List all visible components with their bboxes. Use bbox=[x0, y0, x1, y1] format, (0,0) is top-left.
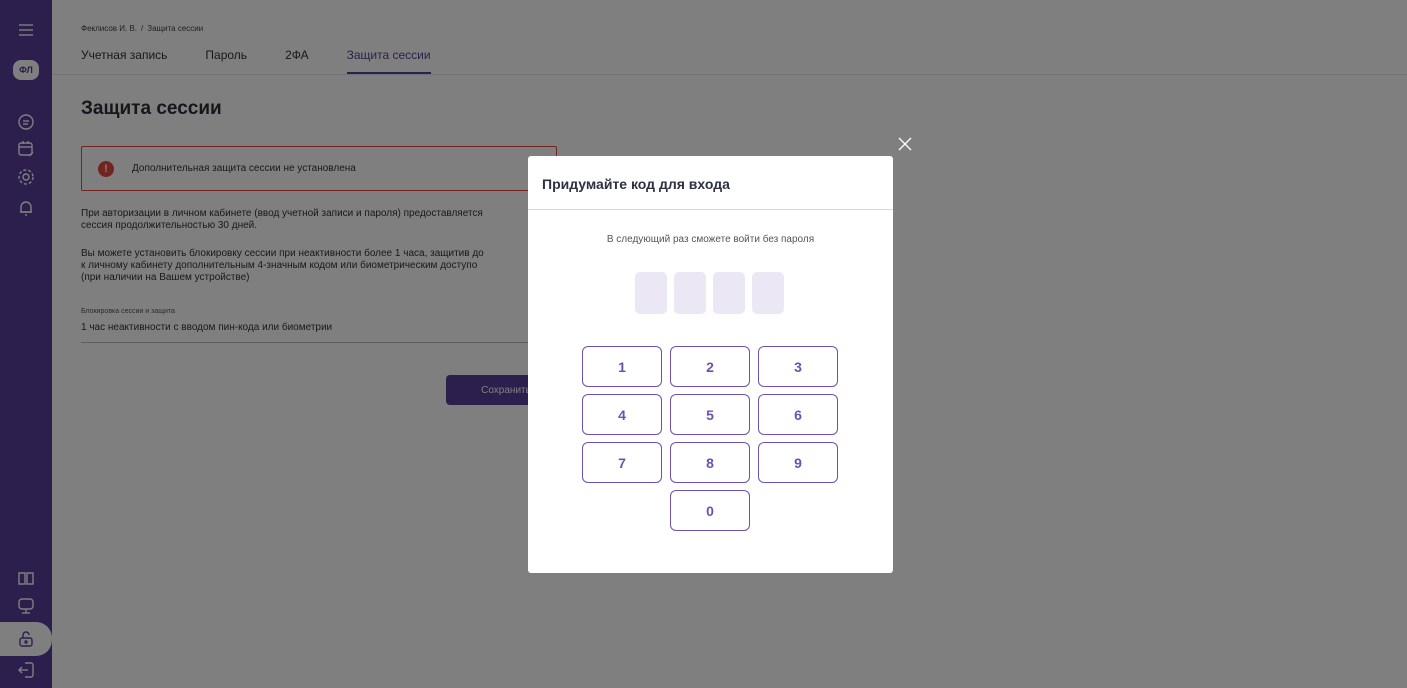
modal-subtitle: В следующий раз сможете войти без пароля bbox=[606, 234, 815, 245]
pin-digit-1[interactable] bbox=[635, 272, 667, 314]
key-3[interactable]: 3 bbox=[758, 346, 838, 387]
close-icon[interactable] bbox=[896, 135, 914, 153]
pin-digit-4[interactable] bbox=[752, 272, 784, 314]
key-5[interactable]: 5 bbox=[670, 394, 750, 435]
key-9[interactable]: 9 bbox=[758, 442, 838, 483]
key-2[interactable]: 2 bbox=[670, 346, 750, 387]
pin-code-modal: Придумайте код для входа В следующий раз… bbox=[528, 156, 893, 573]
pin-digit-3[interactable] bbox=[713, 272, 745, 314]
pin-input-boxes bbox=[635, 272, 784, 314]
key-8[interactable]: 8 bbox=[670, 442, 750, 483]
modal-divider bbox=[528, 209, 893, 210]
key-4[interactable]: 4 bbox=[582, 394, 662, 435]
modal-title: Придумайте код для входа bbox=[542, 176, 730, 192]
key-6[interactable]: 6 bbox=[758, 394, 838, 435]
key-1[interactable]: 1 bbox=[582, 346, 662, 387]
key-7[interactable]: 7 bbox=[582, 442, 662, 483]
key-0[interactable]: 0 bbox=[670, 490, 750, 531]
pin-digit-2[interactable] bbox=[674, 272, 706, 314]
